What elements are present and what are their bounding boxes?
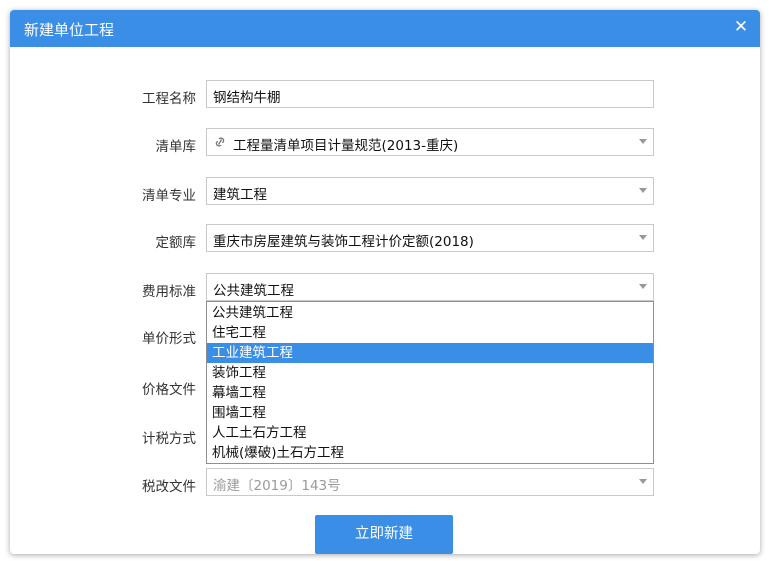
create-now-button[interactable]: 立即新建 [315,515,453,554]
project-name-value: 钢结构牛棚 [213,90,281,106]
chevron-down-icon [639,139,647,144]
bill-library-label: 清单库 [155,139,197,155]
tax-reform-file-value: 渝建〔2019〕143号 [213,478,341,494]
tax-method-label: 计税方式 [142,431,196,447]
tax-reform-file-select[interactable]: 渝建〔2019〕143号 [206,468,654,496]
project-name-label: 工程名称 [142,91,196,107]
bill-specialty-label: 清单专业 [142,188,196,204]
bill-specialty-value: 建筑工程 [213,187,267,203]
chevron-down-icon [639,284,647,289]
unit-price-form-label: 单价形式 [142,331,196,347]
new-unit-project-dialog: 新建单位工程 ✕ 工程名称 钢结构牛棚 清单库 工程量清单项目计量规范(2013… [10,10,760,554]
fee-standard-dropdown-list: 公共建筑工程 住宅工程 工业建筑工程 装饰工程 幕墙工程 围墙工程 人工土石方工… [206,301,654,464]
dropdown-option[interactable]: 幕墙工程 [207,383,653,403]
chevron-down-icon [639,235,647,240]
dialog-title: 新建单位工程 [24,21,115,39]
dropdown-option-highlighted[interactable]: 工业建筑工程 [207,343,653,363]
link-icon [215,137,225,147]
fee-standard-select[interactable]: 公共建筑工程 [206,273,654,301]
bill-library-value: 工程量清单项目计量规范(2013-重庆) [233,138,459,154]
dropdown-option[interactable]: 围墙工程 [207,403,653,423]
bill-library-select[interactable]: 工程量清单项目计量规范(2013-重庆) [206,128,654,156]
quota-library-value: 重庆市房屋建筑与装饰工程计价定额(2018) [213,234,474,250]
price-file-label: 价格文件 [142,382,196,398]
dropdown-option[interactable]: 机械(爆破)土石方工程 [207,443,653,463]
chevron-down-icon [639,188,647,193]
dropdown-option[interactable]: 装饰工程 [207,363,653,383]
close-icon[interactable]: ✕ [732,18,750,36]
project-name-input[interactable]: 钢结构牛棚 [206,80,654,108]
bill-specialty-select[interactable]: 建筑工程 [206,177,654,205]
fee-standard-value: 公共建筑工程 [213,283,294,299]
dropdown-option[interactable]: 住宅工程 [207,323,653,343]
dropdown-option[interactable]: 人工土石方工程 [207,423,653,443]
chevron-down-icon [639,479,647,484]
tax-reform-file-label: 税改文件 [142,479,196,495]
dialog-titlebar: 新建单位工程 ✕ [10,10,760,47]
dropdown-option[interactable]: 公共建筑工程 [207,303,653,323]
quota-library-label: 定额库 [155,235,197,251]
fee-standard-label: 费用标准 [142,284,196,300]
quota-library-select[interactable]: 重庆市房屋建筑与装饰工程计价定额(2018) [206,224,654,252]
